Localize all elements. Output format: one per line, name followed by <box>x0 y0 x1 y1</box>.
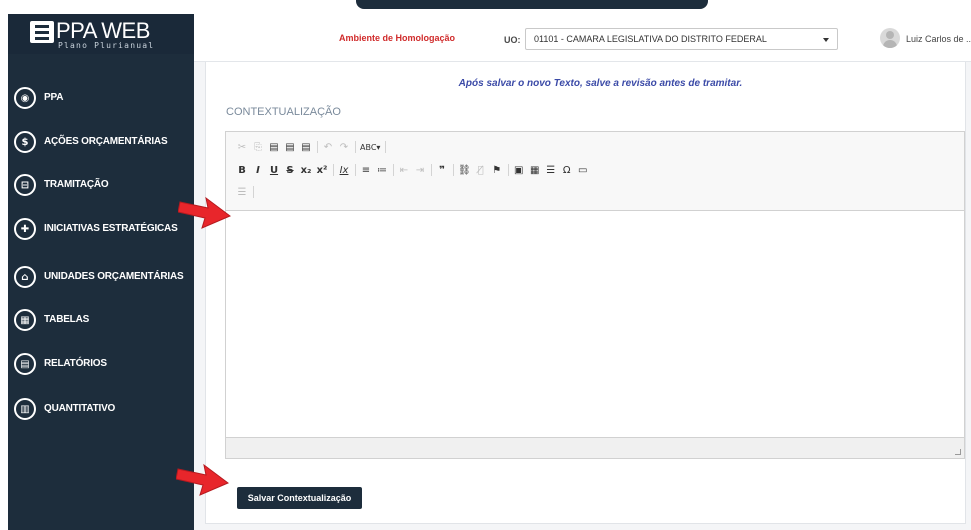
sidebar-item-label: AÇÕES ORÇAMENTÁRIAS <box>44 136 168 147</box>
superscript-icon[interactable]: x² <box>316 163 328 177</box>
uo-label: UO: <box>504 35 521 45</box>
sidebar-item-acoes-orcamentarias[interactable]: $ AÇÕES ORÇAMENTÁRIAS <box>8 126 194 158</box>
sidebar-item-label: UNIDADES ORÇAMENTÁRIAS <box>44 271 184 282</box>
unlink-icon[interactable]: ⛓̸ <box>475 163 487 177</box>
top-tab <box>356 0 708 9</box>
save-contextualizacao-button[interactable]: Salvar Contextualização <box>237 487 362 509</box>
sidebar-item-iniciativas-estrategicas[interactable]: ✚ INICIATIVAS ESTRATÉGICAS <box>8 213 194 245</box>
sidebar-item-tabelas[interactable]: ▦ TABELAS <box>8 304 194 336</box>
logo-mark-icon <box>30 21 54 43</box>
sidebar-item-unidades-orcamentarias[interactable]: ⌂ UNIDADES ORÇAMENTÁRIAS <box>8 261 194 293</box>
rich-text-editor: ✂ ⎘ ▤ ▤ ▤ ↶ ↷ ABC▾ B I U S x₂ x² Ix ≡ ≔ … <box>225 131 965 459</box>
italic-icon[interactable]: I <box>252 163 264 177</box>
table-icon[interactable]: ▦ <box>529 163 541 177</box>
avatar[interactable] <box>880 28 900 48</box>
uo-select-value: 01101 - CAMARA LEGISLATIVA DO DISTRITO F… <box>534 34 767 44</box>
cut-icon[interactable]: ✂ <box>236 140 248 154</box>
bank-icon: ⌂ <box>14 266 36 288</box>
undo-icon[interactable]: ↶ <box>322 140 334 154</box>
toolbar-row-3: ☰ <box>236 185 258 199</box>
indent-icon[interactable]: ⇥ <box>414 163 426 177</box>
spellcheck-icon[interactable]: ABC▾ <box>360 140 380 154</box>
chevron-down-icon <box>823 38 829 42</box>
outdent-icon[interactable]: ⇤ <box>398 163 410 177</box>
toolbar-separator <box>453 164 454 176</box>
arrow-icon <box>178 196 231 229</box>
toolbar-separator <box>385 141 387 153</box>
iframe-icon[interactable]: ▭ <box>577 163 589 177</box>
user-name[interactable]: Luiz Carlos de ... <box>906 34 971 44</box>
toolbar-separator <box>355 141 356 153</box>
arrow-icon <box>176 463 229 496</box>
toolbar-separator <box>431 164 432 176</box>
toolbar-separator <box>507 164 509 176</box>
remove-format-icon[interactable]: Ix <box>338 163 350 177</box>
blockquote-icon[interactable]: ❞ <box>436 163 448 177</box>
table-icon: ▦ <box>14 309 36 331</box>
redo-icon[interactable]: ↷ <box>338 140 350 154</box>
anchor-flag-icon[interactable]: ⚑ <box>491 163 503 177</box>
editor-toolbar: ✂ ⎘ ▤ ▤ ▤ ↶ ↷ ABC▾ B I U S x₂ x² Ix ≡ ≔ … <box>226 132 964 211</box>
sidebar-item-label: QUANTITATIVO <box>44 403 116 414</box>
paste-icon[interactable]: ▤ <box>268 140 280 154</box>
toolbar-separator <box>317 141 318 153</box>
app-window: PPA WEB Plano Plurianual ◉ PPA $ AÇÕES O… <box>0 0 971 530</box>
top-strip <box>0 0 971 14</box>
toolbar-separator <box>333 164 334 176</box>
underline-icon[interactable]: U <box>268 163 280 177</box>
top-header: Ambiente de Homologação UO: 01101 - CAMA… <box>194 14 971 62</box>
environment-label: Ambiente de Homologação <box>339 33 456 43</box>
bar-chart-icon: ▥ <box>14 398 36 420</box>
content-panel: Após salvar o novo Texto, salve a revisã… <box>205 62 966 524</box>
link-icon[interactable]: ⛓ <box>458 163 471 177</box>
sidebar-item-label: TABELAS <box>44 314 90 325</box>
source-icon[interactable]: ☰ <box>236 185 248 199</box>
sidebar-item-ppa[interactable]: ◉ PPA <box>8 82 194 114</box>
inbox-icon: ⊟ <box>14 174 36 196</box>
sidebar-item-label: INICIATIVAS ESTRATÉGICAS <box>44 223 178 234</box>
resize-handle-icon[interactable] <box>955 449 961 455</box>
editor-content-area[interactable] <box>226 212 964 438</box>
toolbar-separator <box>253 186 254 198</box>
strikethrough-icon[interactable]: S <box>284 163 296 177</box>
logo-subtitle: Plano Plurianual <box>58 41 155 50</box>
sidebar-item-label: PPA <box>44 92 64 103</box>
subscript-icon[interactable]: x₂ <box>300 163 312 177</box>
sidebar-item-relatorios[interactable]: ▤ RELATÓRIOS <box>8 348 194 380</box>
toolbar-separator <box>355 164 356 176</box>
database-icon: ◉ <box>14 87 36 109</box>
sidebar-item-tramitacao[interactable]: ⊟ TRAMITAÇÃO <box>8 169 194 201</box>
toolbar-row-2: B I U S x₂ x² Ix ≡ ≔ ⇤ ⇥ ❞ ⛓ ⛓̸ ⚑ ▣ ▦ ☰ … <box>236 163 593 177</box>
bold-icon[interactable]: B <box>236 163 248 177</box>
puzzle-icon: ✚ <box>14 218 36 240</box>
uo-select[interactable]: 01101 - CAMARA LEGISLATIVA DO DISTRITO F… <box>525 28 838 50</box>
numbered-list-icon[interactable]: ≡ <box>360 163 372 177</box>
special-char-icon[interactable]: Ω <box>561 163 573 177</box>
toolbar-row-1: ✂ ⎘ ▤ ▤ ▤ ↶ ↷ ABC▾ <box>236 140 390 154</box>
file-icon: ▤ <box>14 353 36 375</box>
sidebar-item-label: TRAMITAÇÃO <box>44 179 109 190</box>
bulleted-list-icon[interactable]: ≔ <box>376 163 388 177</box>
toolbar-separator <box>393 164 394 176</box>
horizontal-line-icon[interactable]: ☰ <box>545 163 557 177</box>
sidebar-item-quantitativo[interactable]: ▥ QUANTITATIVO <box>8 393 194 425</box>
logo[interactable]: PPA WEB Plano Plurianual <box>8 14 194 54</box>
paste-word-icon[interactable]: ▤ <box>300 140 312 154</box>
paste-text-icon[interactable]: ▤ <box>284 140 296 154</box>
sidebar: PPA WEB Plano Plurianual ◉ PPA $ AÇÕES O… <box>8 14 194 530</box>
save-notice: Após salvar o novo Texto, salve a revisã… <box>458 78 743 89</box>
sidebar-item-label: RELATÓRIOS <box>44 358 107 369</box>
editor-status-bar <box>226 437 964 458</box>
copy-icon[interactable]: ⎘ <box>252 140 264 154</box>
image-icon[interactable]: ▣ <box>513 163 525 177</box>
section-title: CONTEXTUALIZAÇÃO <box>226 106 341 118</box>
main-content: Após salvar o novo Texto, salve a revisã… <box>194 62 971 530</box>
dollar-icon: $ <box>14 131 36 153</box>
